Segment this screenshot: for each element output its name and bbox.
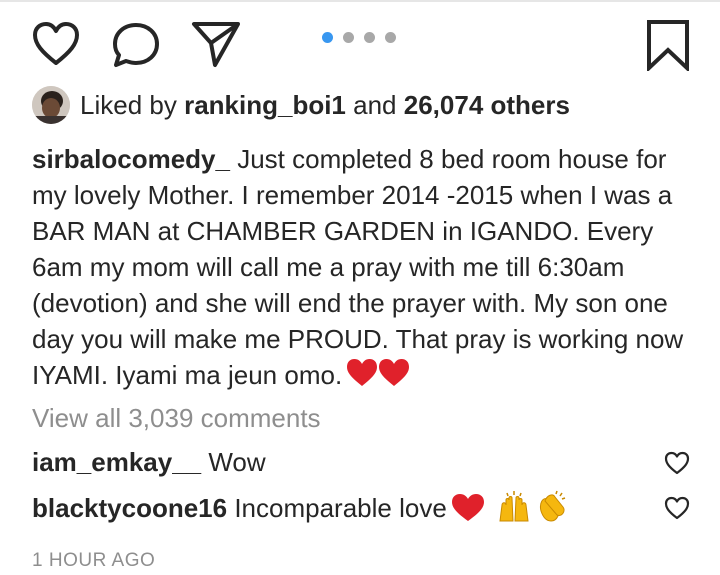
comment-text: Incomparable love	[227, 493, 447, 523]
carousel-dot	[385, 32, 396, 43]
red-heart-emoji-icon	[451, 493, 485, 531]
comment-like-heart-icon[interactable]	[664, 451, 690, 480]
comment-like-heart-icon[interactable]	[664, 496, 690, 525]
likes-count[interactable]: 26,074 others	[404, 90, 570, 120]
carousel-dot	[364, 32, 375, 43]
comment-row: iam_emkay__ Wow	[32, 445, 652, 479]
likes-summary: Liked by ranking_boi1 and 26,074 others	[32, 86, 692, 126]
bookmark-outline-icon[interactable]	[646, 19, 690, 71]
carousel-dot	[343, 32, 354, 43]
paper-plane-icon[interactable]	[191, 20, 241, 68]
comment-bubble-icon[interactable]	[112, 22, 160, 68]
view-all-comments-link[interactable]: View all 3,039 comments	[32, 401, 321, 435]
post-action-bar	[0, 0, 720, 80]
post-caption: sirbalocomedy_ Just completed 8 bed room…	[32, 141, 692, 397]
caption-text: Just completed 8 bed room house for my l…	[32, 144, 684, 390]
comment-username[interactable]: iam_emkay__	[32, 447, 201, 477]
comment-text: Wow	[201, 447, 266, 477]
comment-row: blacktycoone16 Incomparable love	[32, 489, 652, 531]
likes-text: Liked by ranking_boi1 and 26,074 others	[80, 89, 570, 121]
post-timestamp: 1 HOUR AGO	[32, 550, 156, 571]
carousel-dot-active	[322, 32, 333, 43]
raising-hands-emoji-icon	[497, 491, 531, 531]
likes-prefix: Liked by	[80, 90, 177, 120]
heart-outline-icon[interactable]	[32, 22, 80, 66]
liker-username[interactable]: ranking_boi1	[184, 90, 346, 120]
likes-and: and	[353, 90, 397, 120]
comment-username[interactable]: blacktycoone16	[32, 493, 227, 523]
avatar[interactable]	[32, 86, 70, 124]
red-heart-icon	[346, 358, 410, 397]
clapping-hands-emoji-icon	[535, 489, 569, 531]
caption-username[interactable]: sirbalocomedy_	[32, 144, 230, 174]
